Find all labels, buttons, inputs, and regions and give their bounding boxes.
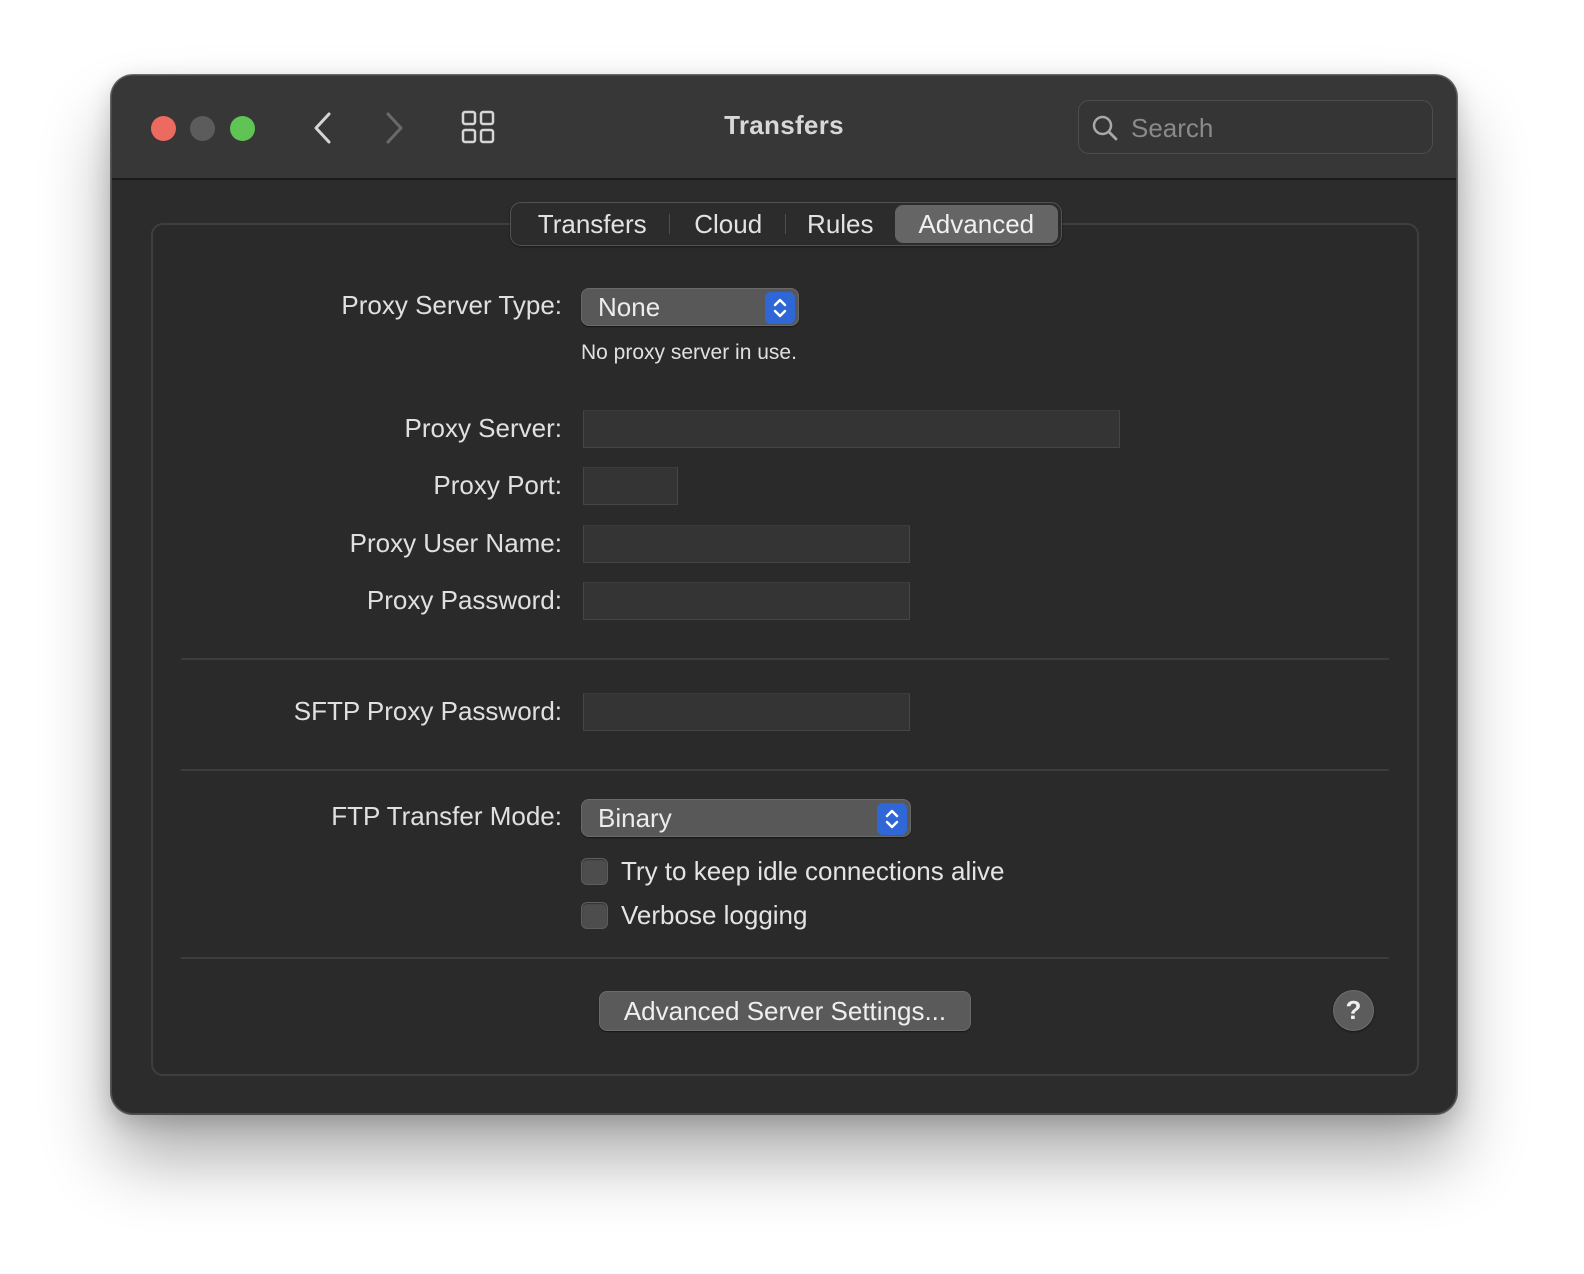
proxy-type-popup[interactable]: None <box>581 288 799 326</box>
proxy-type-value: None <box>598 291 661 322</box>
verbose-label[interactable]: Verbose logging <box>621 900 807 931</box>
tab-advanced[interactable]: Advanced <box>894 205 1058 243</box>
sftp-password-field[interactable] <box>583 693 910 731</box>
tab-rules[interactable]: Rules <box>786 205 895 243</box>
proxy-password-label: Proxy Password: <box>366 585 562 615</box>
sftp-password-label: SFTP Proxy Password: <box>293 696 562 726</box>
verbose-row[interactable]: Verbose logging <box>581 900 807 931</box>
divider <box>181 957 1389 959</box>
keep-alive-row[interactable]: Try to keep idle connections alive <box>581 856 1004 887</box>
ftp-mode-value: Binary <box>598 802 672 833</box>
keep-alive-checkbox[interactable] <box>581 858 608 885</box>
ftp-mode-label: FTP Transfer Mode: <box>331 801 562 831</box>
keep-alive-label[interactable]: Try to keep idle connections alive <box>621 856 1004 887</box>
proxy-server-label: Proxy Server: <box>404 413 563 443</box>
ftp-mode-popup[interactable]: Binary <box>581 799 911 837</box>
advanced-server-settings-button[interactable]: Advanced Server Settings... <box>599 991 971 1031</box>
help-icon: ? <box>1345 995 1362 1025</box>
proxy-user-field[interactable] <box>583 525 910 563</box>
verbose-checkbox[interactable] <box>581 902 608 929</box>
search-field[interactable] <box>1078 100 1433 154</box>
updown-arrows-icon <box>877 803 907 835</box>
proxy-port-field[interactable] <box>583 467 678 505</box>
help-button[interactable]: ? <box>1333 990 1374 1031</box>
tab-cloud[interactable]: Cloud <box>670 205 786 243</box>
tab-transfers[interactable]: Transfers <box>514 205 671 243</box>
title-bar: Transfers <box>112 76 1456 180</box>
proxy-password-field[interactable] <box>583 582 910 620</box>
divider <box>181 769 1389 771</box>
divider <box>181 658 1389 660</box>
search-icon <box>1092 115 1118 141</box>
proxy-type-label: Proxy Server Type: <box>341 290 562 320</box>
proxy-port-label: Proxy Port: <box>433 470 562 500</box>
preferences-window: Transfers Transfers Cloud Rules Advanced… <box>111 75 1457 1114</box>
tab-bar: Transfers Cloud Rules Advanced <box>510 202 1062 246</box>
proxy-server-field[interactable] <box>583 410 1120 448</box>
updown-arrows-icon <box>765 292 795 324</box>
proxy-type-hint: No proxy server in use. <box>581 341 797 364</box>
proxy-user-label: Proxy User Name: <box>349 528 562 558</box>
search-input[interactable] <box>1131 109 1421 147</box>
